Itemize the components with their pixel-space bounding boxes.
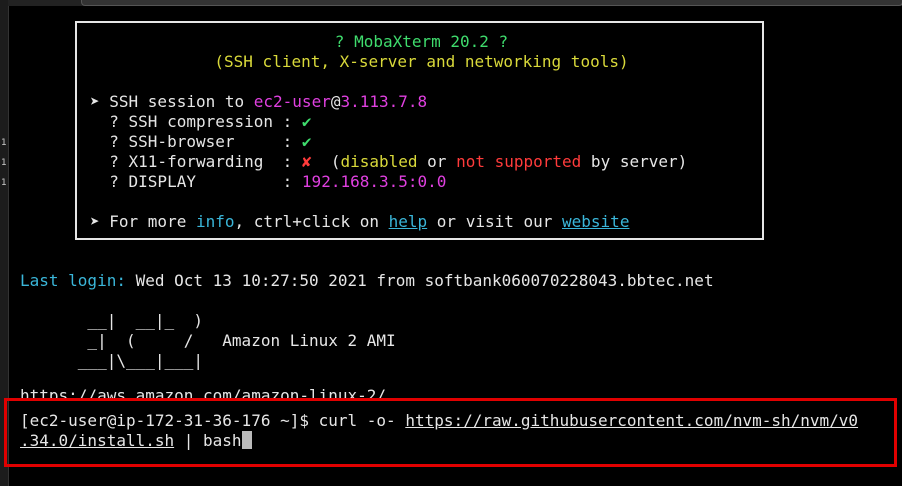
- ssh-compression-line: ? SSH compression : ✔: [90, 112, 312, 132]
- more-prefix: ➤ For more: [90, 212, 196, 231]
- browser-label: ? SSH-browser :: [90, 132, 302, 151]
- more-or: or visit our: [427, 212, 563, 231]
- amazon-linux-url[interactable]: https://aws.amazon.com/amazon-linux-2/: [20, 386, 386, 398]
- x11-not-supported: not supported: [456, 152, 582, 171]
- x11-open: (: [311, 152, 341, 171]
- cross-icon: ✘: [301, 152, 312, 171]
- last-login-line: Last login: Wed Oct 13 10:27:50 2021 fro…: [20, 271, 714, 291]
- ascii-art-line-1: __| __|_ ): [20, 311, 204, 330]
- last-login-text: Wed Oct 13 10:27:50 2021 from softbank06…: [125, 271, 714, 290]
- banner-title: ? MobaXterm 20.2 ?: [334, 32, 509, 51]
- gutter-number: 1: [1, 138, 7, 148]
- check-icon: ✔: [301, 112, 312, 131]
- x11-or: or: [417, 152, 457, 171]
- more-mid: , ctrl+click on: [234, 212, 389, 231]
- ssh-session-line: ➤ SSH session to ec2-user@3.113.7.8: [90, 92, 427, 112]
- help-link[interactable]: help: [389, 212, 428, 231]
- display-label: ? DISPLAY :: [90, 172, 302, 191]
- ssh-browser-line: ? SSH-browser : ✔: [90, 132, 312, 152]
- gutter-number: 1: [1, 158, 7, 168]
- x11-tail: by server): [581, 152, 688, 171]
- more-info-line: ➤ For more info, ctrl+click on help or v…: [90, 212, 629, 232]
- x11-forwarding-line: ? X11-forwarding : ✘ (disabled or not su…: [90, 152, 687, 172]
- top-tab-bar: [8, 0, 902, 6]
- website-link[interactable]: website: [562, 212, 629, 231]
- display-value: 192.168.3.5:0.0: [301, 172, 447, 191]
- red-highlight-box: [4, 398, 897, 467]
- x11-label: ? X11-forwarding :: [90, 152, 302, 171]
- ascii-art-line-3: ___|\___|___|: [20, 351, 204, 370]
- info-link[interactable]: info: [196, 212, 235, 231]
- session-host: 3.113.7.8: [340, 92, 428, 111]
- compression-label: ? SSH compression :: [90, 112, 302, 131]
- x11-disabled: disabled: [340, 152, 418, 171]
- check-icon: ✔: [301, 132, 312, 151]
- last-login-label: Last login:: [20, 271, 126, 290]
- ascii-art-line-2: _| ( / Amazon Linux 2 AMI: [20, 331, 396, 350]
- mobaxterm-banner: ? MobaXterm 20.2 ? (SSH client, X-server…: [75, 21, 764, 240]
- session-user: ec2-user: [253, 92, 331, 111]
- session-prefix: ➤ SSH session to: [90, 92, 254, 111]
- terminal-tab[interactable]: [81, 0, 902, 6]
- display-line: ? DISPLAY : 192.168.3.5:0.0: [90, 172, 446, 192]
- banner-subtitle: (SSH client, X-server and networking too…: [214, 52, 629, 71]
- gutter-number: 1: [1, 178, 7, 188]
